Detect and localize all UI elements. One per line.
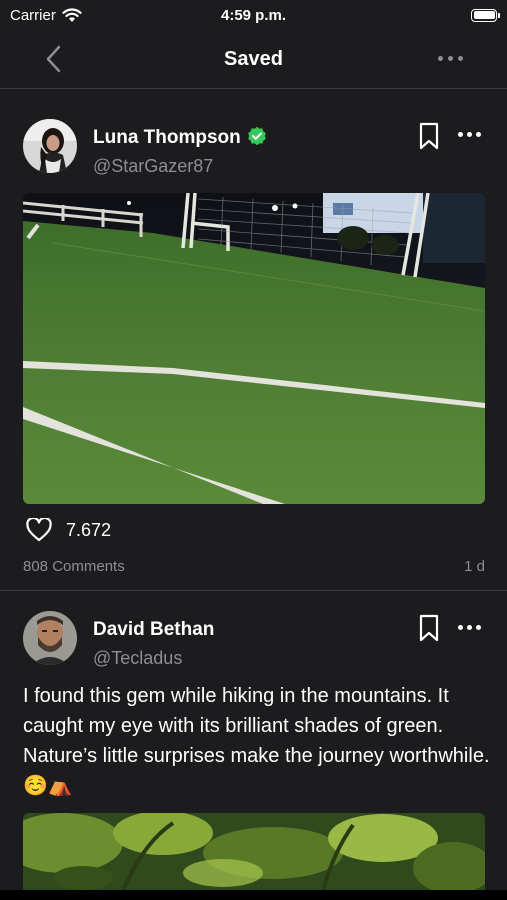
user-handle: @Tecladus <box>93 648 183 668</box>
post-card: Luna Thompson @StarGazer87 7.672 808 Com… <box>0 88 507 591</box>
user-name[interactable]: Luna Thompson <box>93 126 267 149</box>
more-options-icon[interactable] <box>458 132 481 137</box>
battery-icon <box>471 8 500 22</box>
nav-bar: Saved <box>0 30 507 89</box>
user-name[interactable]: David Bethan <box>93 619 214 641</box>
post-card: David Bethan @Tecladus I found this gem … <box>0 591 507 891</box>
soccer-field-photo[interactable] <box>23 193 485 504</box>
page-title: Saved <box>224 47 283 70</box>
green-leaves-photo[interactable] <box>23 813 485 891</box>
home-indicator-bar <box>0 890 507 900</box>
bookmark-icon[interactable] <box>418 614 440 642</box>
user-handle: @StarGazer87 <box>93 156 214 176</box>
comments-link[interactable]: 808 Comments <box>23 558 125 575</box>
wifi-icon <box>62 7 82 22</box>
status-bar: Carrier 4:59 p.m. <box>0 0 507 30</box>
carrier-label: Carrier <box>10 6 56 24</box>
ellipsis-icon[interactable] <box>438 56 463 61</box>
bookmark-icon[interactable] <box>418 122 440 150</box>
like-count: 7.672 <box>66 519 112 540</box>
post-age: 1 d <box>464 558 485 575</box>
post-text: I found this gem while hiking in the mou… <box>23 685 490 797</box>
avatar[interactable] <box>23 611 77 665</box>
verified-badge-icon <box>247 126 266 146</box>
avatar[interactable] <box>23 119 77 173</box>
more-options-icon[interactable] <box>458 625 481 630</box>
heart-icon[interactable] <box>26 518 52 542</box>
chevron-left-icon[interactable] <box>40 44 68 74</box>
status-time: 4:59 p.m. <box>220 6 287 24</box>
like-row: 7.672 <box>26 518 111 542</box>
